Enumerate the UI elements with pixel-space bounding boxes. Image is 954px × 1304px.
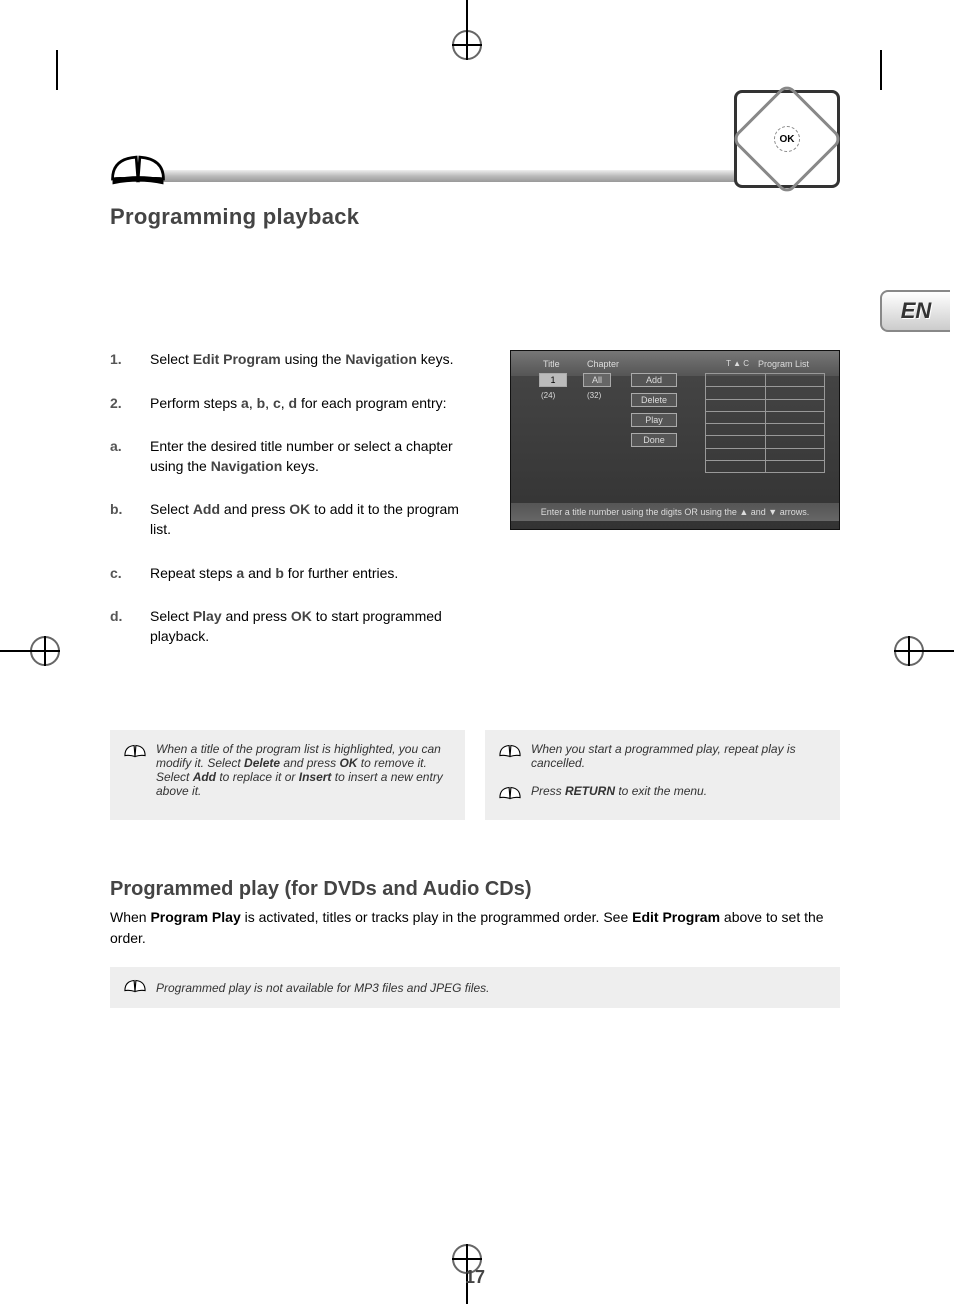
step-1: 1. Select Edit Program using the Navigat… <box>110 350 480 370</box>
page-title: Programming playback <box>110 204 840 230</box>
section2-heading: Programmed play (for DVDs and Audio CDs) <box>110 878 840 901</box>
osd-chapter-header: Chapter <box>587 359 619 369</box>
note-mp3-jpeg: Programmed play is not available for MP3… <box>110 967 840 1008</box>
note-edit-list: When a title of the program list is high… <box>110 730 465 820</box>
osd-delete-button: Delete <box>631 393 677 407</box>
note-repeat-return: When you start a programmed play, repeat… <box>485 730 840 820</box>
book-icon <box>124 977 146 998</box>
osd-chapter-total: (32) <box>587 391 601 400</box>
osd-add-button: Add <box>631 373 677 387</box>
book-icon <box>124 742 146 760</box>
ok-label: OK <box>774 126 800 152</box>
page-number: 17 <box>110 1267 840 1288</box>
step-2: 2. Perform steps a, b, c, d for each pro… <box>110 394 480 414</box>
step-d: d. Select Play and press OK to start pro… <box>110 607 480 646</box>
step-b: b. Select Add and press OK to add it to … <box>110 500 480 539</box>
osd-title-header: Title <box>543 359 560 369</box>
osd-play-button: Play <box>631 413 677 427</box>
book-icon <box>499 784 521 802</box>
osd-title-total: (24) <box>541 391 555 400</box>
osd-done-button: Done <box>631 433 677 447</box>
osd-program-grid <box>705 373 825 473</box>
language-tab: EN <box>880 290 950 332</box>
step-a: a. Enter the desired title number or sel… <box>110 437 480 476</box>
navigation-pad-icon: OK <box>734 90 840 188</box>
osd-tc-label: T ▲ C <box>726 359 749 368</box>
osd-chapter-field: All <box>583 373 611 387</box>
book-open-icon <box>110 148 166 188</box>
section2-body: When Program Play is activated, titles o… <box>110 907 840 949</box>
book-icon <box>499 742 521 760</box>
osd-programlist-header: Program List <box>758 359 809 369</box>
osd-footer-hint: Enter a title number using the digits OR… <box>511 503 839 521</box>
step-c: c. Repeat steps a and b for further entr… <box>110 564 480 584</box>
osd-title-field: 1 <box>539 373 567 387</box>
osd-screenshot: Title Chapter Program List T ▲ C 1 All (… <box>510 350 840 530</box>
steps-list: 1. Select Edit Program using the Navigat… <box>110 350 480 670</box>
